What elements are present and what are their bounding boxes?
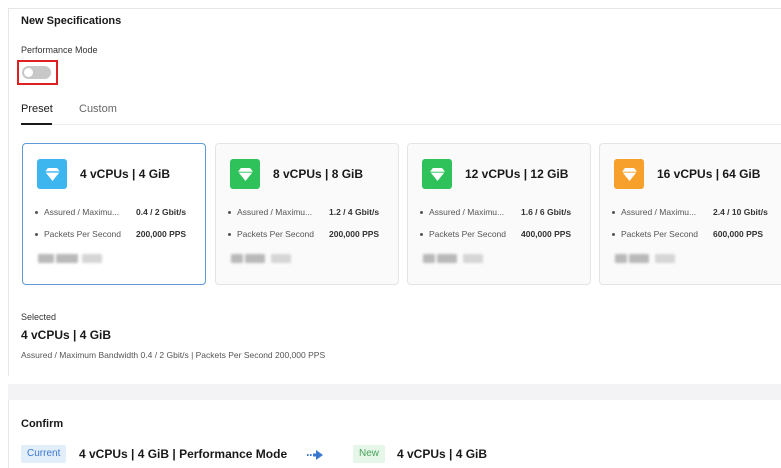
card-title: 12 vCPUs | 12 GiB [465, 167, 569, 181]
performance-mode-label: Performance Mode [21, 45, 98, 55]
gem-icon [37, 159, 67, 189]
selected-spec-title: 4 vCPUs | 4 GiB [21, 328, 112, 342]
bandwidth-label: Assured / Maximu... [429, 207, 505, 217]
pps-label: Packets Per Second [44, 229, 122, 239]
pps-label: Packets Per Second [429, 229, 507, 239]
pps-row: Packets Per Second 200,000 PPS [35, 229, 186, 239]
bandwidth-row: Assured / Maximu... 2.4 / 10 Gbit/s [612, 207, 768, 217]
bandwidth-value: 2.4 / 10 Gbit/s [713, 207, 768, 217]
performance-mode-toggle[interactable] [22, 66, 51, 79]
blurred-price [423, 254, 503, 264]
spec-card-16vcpu[interactable]: 16 vCPUs | 64 GiB Assured / Maximu... 2.4… [599, 143, 781, 285]
tab-custom[interactable]: Custom [79, 103, 117, 115]
arrow-right-icon [307, 450, 323, 460]
new-tag: New [353, 445, 386, 463]
spec-card-4vcpu[interactable]: 4 vCPUs | 4 GiB Assured / Maximu... 0.4 /… [22, 143, 206, 285]
bandwidth-label: Assured / Maximu... [237, 207, 313, 217]
bandwidth-row: Assured / Maximu... 1.6 / 6 Gbit/s [420, 207, 571, 217]
pps-value: 400,000 PPS [521, 229, 572, 239]
spec-tabs: Preset Custom [21, 99, 781, 125]
tab-preset[interactable]: Preset [21, 103, 53, 115]
spec-card-12vcpu[interactable]: 12 vCPUs | 12 GiB Assured / Maximu... 1.6… [407, 143, 591, 285]
blurred-price [615, 254, 695, 264]
section-title: New Specifications [21, 15, 122, 27]
bandwidth-value: 1.6 / 6 Gbit/s [521, 207, 572, 217]
active-tab-indicator [21, 123, 52, 125]
bandwidth-row: Assured / Maximu... 1.2 / 4 Gbit/s [228, 207, 379, 217]
blurred-price [231, 254, 311, 264]
bandwidth-value: 1.2 / 4 Gbit/s [329, 207, 380, 217]
pps-row: Packets Per Second 600,000 PPS [612, 229, 763, 239]
pps-value: 200,000 PPS [136, 229, 187, 239]
pps-label: Packets Per Second [621, 229, 699, 239]
current-tag: Current [21, 445, 67, 463]
new-spec-value: 4 vCPUs | 4 GiB [397, 447, 488, 461]
card-title: 16 vCPUs | 64 GiB [657, 167, 761, 181]
selected-spec-detail: Assured / Maximum Bandwidth 0.4 / 2 Gbit… [21, 350, 326, 360]
pps-value: 200,000 PPS [329, 229, 380, 239]
gem-icon [230, 159, 260, 189]
pps-value: 600,000 PPS [713, 229, 764, 239]
confirm-title: Confirm [21, 418, 64, 430]
pps-row: Packets Per Second 200,000 PPS [228, 229, 379, 239]
card-title: 4 vCPUs | 4 GiB [80, 167, 171, 181]
pps-label: Packets Per Second [237, 229, 315, 239]
bandwidth-label: Assured / Maximu... [44, 207, 120, 217]
pps-row: Packets Per Second 400,000 PPS [420, 229, 571, 239]
performance-mode-toggle-highlight [17, 60, 58, 85]
bandwidth-row: Assured / Maximu... 0.4 / 2 Gbit/s [35, 207, 186, 217]
current-spec-value: 4 vCPUs | 4 GiB | Performance Mode [79, 447, 288, 461]
bandwidth-value: 0.4 / 2 Gbit/s [136, 207, 187, 217]
selected-label: Selected [21, 312, 57, 322]
blurred-price [38, 254, 118, 264]
spec-card-8vcpu[interactable]: 8 vCPUs | 8 GiB Assured / Maximu... 1.2 /… [215, 143, 399, 285]
toggle-knob [24, 68, 33, 77]
card-title: 8 vCPUs | 8 GiB [273, 167, 364, 181]
section-divider [8, 384, 781, 400]
bandwidth-label: Assured / Maximu... [621, 207, 697, 217]
gem-icon [422, 159, 452, 189]
gem-icon [614, 159, 644, 189]
